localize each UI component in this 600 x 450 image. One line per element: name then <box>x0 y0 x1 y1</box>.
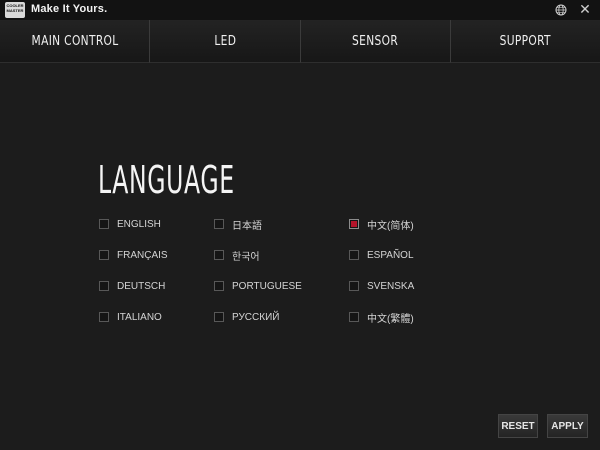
language-option-japanese[interactable]: 日本語 <box>214 217 262 232</box>
language-option-chinese-traditional[interactable]: 中文(繁體) <box>349 310 414 325</box>
brand-logo: COOLER MASTER <box>5 2 25 18</box>
language-label: 中文(繁體) <box>367 313 414 325</box>
language-label: ITALIANO <box>117 311 162 323</box>
language-option-swedish[interactable]: SVENSKA <box>349 279 414 293</box>
language-label: DEUTSCH <box>117 280 166 292</box>
language-label: ENGLISH <box>117 218 161 230</box>
language-label: SVENSKA <box>367 280 415 292</box>
checkbox[interactable] <box>349 281 359 291</box>
close-icon[interactable]: ✕ <box>578 2 592 16</box>
app-title: Make It Yours. <box>31 3 108 15</box>
language-label: 한국어 <box>232 251 260 263</box>
checkbox[interactable] <box>214 250 224 260</box>
tab-sensor[interactable]: SENSOR <box>300 20 451 63</box>
language-option-chinese-simplified[interactable]: 中文(简体) <box>349 217 414 232</box>
checkbox[interactable] <box>99 250 109 260</box>
language-label: ESPAÑOL <box>367 249 414 261</box>
checkbox[interactable] <box>99 281 109 291</box>
tab-label: SENSOR <box>352 33 399 49</box>
globe-icon[interactable] <box>555 4 567 16</box>
reset-button[interactable]: RESET <box>498 414 538 438</box>
tab-main-control[interactable]: MAIN CONTROL <box>0 20 151 63</box>
checkbox[interactable] <box>99 219 109 229</box>
page-title: LANGUAGE <box>98 158 235 202</box>
checkbox-fill <box>351 221 357 227</box>
tab-led[interactable]: LED <box>150 20 301 63</box>
language-option-spanish[interactable]: ESPAÑOL <box>349 248 414 262</box>
title-bar: COOLER MASTER Make It Yours. ✕ <box>0 0 600 20</box>
language-label: FRANÇAIS <box>117 249 168 261</box>
apply-button[interactable]: APPLY <box>547 414 588 438</box>
language-option-german[interactable]: DEUTSCH <box>99 279 165 293</box>
tab-label: MAIN CONTROL <box>31 33 119 49</box>
language-label: 日本語 <box>232 220 262 232</box>
checkbox[interactable] <box>349 250 359 260</box>
language-label: РУССКИЙ <box>232 311 280 323</box>
checkbox[interactable] <box>349 312 359 322</box>
language-label: 中文(简体) <box>367 220 414 232</box>
language-option-english[interactable]: ENGLISH <box>99 217 161 231</box>
tab-label: LED <box>213 33 236 49</box>
language-option-korean[interactable]: 한국어 <box>214 248 260 263</box>
checkbox[interactable] <box>99 312 109 322</box>
language-label: PORTUGUESE <box>232 280 302 292</box>
checkbox[interactable] <box>214 281 224 291</box>
language-option-portuguese[interactable]: PORTUGUESE <box>214 279 302 293</box>
checkbox[interactable] <box>214 312 224 322</box>
tab-label: SUPPORT <box>499 33 551 49</box>
checkbox-checked[interactable] <box>349 219 359 229</box>
tab-support[interactable]: SUPPORT <box>450 20 600 63</box>
main-nav: MAIN CONTROL LED SENSOR SUPPORT <box>0 20 600 63</box>
language-option-french[interactable]: FRANÇAIS <box>99 248 168 262</box>
language-option-italian[interactable]: ITALIANO <box>99 310 162 324</box>
language-option-russian[interactable]: РУССКИЙ <box>214 310 279 324</box>
checkbox[interactable] <box>214 219 224 229</box>
